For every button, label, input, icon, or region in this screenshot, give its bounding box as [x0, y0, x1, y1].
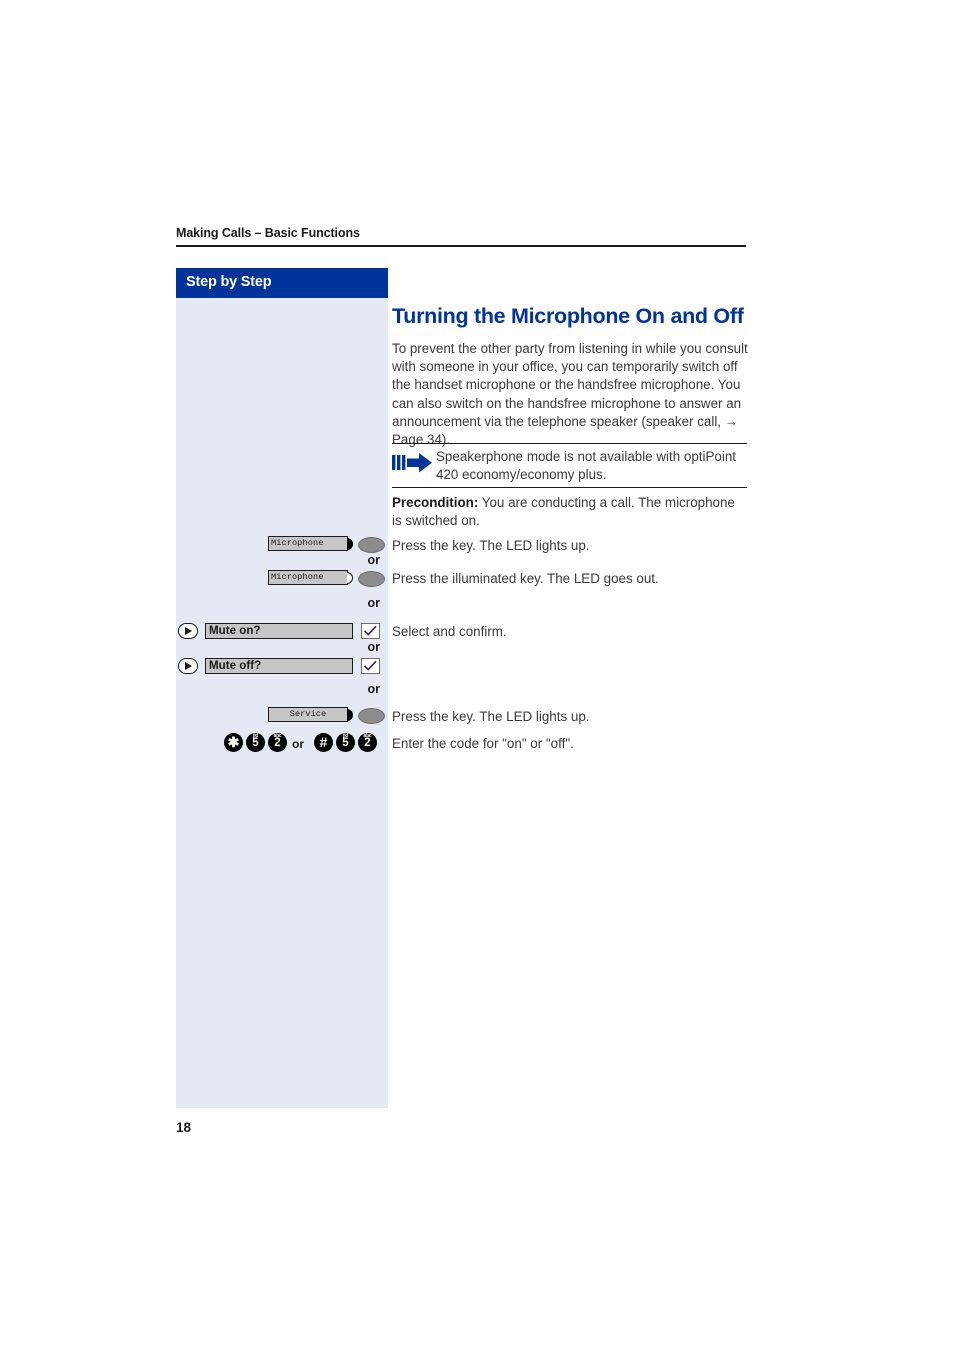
- five-key[interactable]: jkl 5: [246, 733, 265, 752]
- or-separator: or: [367, 553, 381, 567]
- function-key-label: Microphone: [268, 570, 348, 585]
- note-rule-top: [392, 443, 747, 445]
- sidebar-header-bar: Step by Step: [176, 268, 388, 298]
- running-header: Making Calls – Basic Functions: [176, 226, 360, 240]
- step-description: Press the key. The LED lights up.: [392, 538, 590, 553]
- precondition-label: Precondition:: [392, 495, 479, 510]
- page-title: Turning the Microphone On and Off: [392, 304, 744, 328]
- or-separator: or: [367, 640, 381, 654]
- two-key-digit: 2: [274, 737, 281, 749]
- note-rule-bottom: [392, 487, 747, 489]
- function-key-led-icon: [358, 536, 385, 553]
- document-page: Making Calls – Basic Functions Step by S…: [0, 0, 954, 1350]
- function-key-led-icon: [358, 570, 385, 587]
- sidebar-title: Step by Step: [186, 274, 272, 290]
- function-key-label: Microphone: [268, 536, 348, 551]
- scroll-next-icon[interactable]: [178, 658, 198, 674]
- intro-paragraph: To prevent the other party from listenin…: [392, 341, 748, 448]
- header-rule: [176, 245, 746, 247]
- dial-or-separator: or: [292, 737, 304, 751]
- two-key[interactable]: abc 2: [358, 733, 377, 752]
- function-key-led-icon: [358, 707, 385, 724]
- note-box: Speakerphone mode is not available with …: [392, 449, 747, 485]
- step-description: Select and confirm.: [392, 624, 507, 639]
- hash-key[interactable]: #: [314, 733, 333, 752]
- page-number: 18: [176, 1120, 192, 1135]
- step-description: Enter the code for "on" or "off".: [392, 736, 574, 751]
- function-key-label: Service: [268, 707, 348, 722]
- menu-option-label: Mute on?: [205, 623, 353, 639]
- step-description: Press the key. The LED lights up.: [392, 709, 590, 724]
- note-text: Speakerphone mode is not available with …: [436, 449, 736, 483]
- hash-key-glyph: #: [319, 734, 328, 750]
- scroll-next-icon[interactable]: [178, 623, 198, 639]
- star-key[interactable]: ✱: [224, 733, 243, 752]
- five-key-digit: 5: [252, 737, 259, 749]
- two-key-digit: 2: [364, 737, 371, 749]
- five-key-digit: 5: [342, 737, 349, 749]
- step-description: Press the illuminated key. The LED goes …: [392, 571, 659, 586]
- two-key[interactable]: abc 2: [268, 733, 287, 752]
- or-separator: or: [367, 682, 381, 696]
- precondition-paragraph: Precondition: You are conducting a call.…: [392, 494, 748, 530]
- or-separator: or: [367, 596, 381, 610]
- five-key[interactable]: jkl 5: [336, 733, 355, 752]
- star-key-glyph: ✱: [227, 734, 240, 750]
- confirm-checkbox-icon[interactable]: [361, 658, 380, 674]
- confirm-checkbox-icon[interactable]: [361, 623, 380, 639]
- menu-option-label: Mute off?: [205, 658, 353, 674]
- note-arrow-icon: [392, 452, 434, 474]
